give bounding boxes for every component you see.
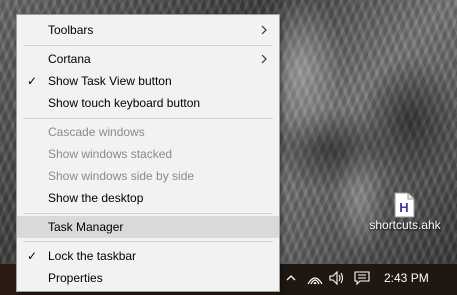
chevron-up-icon[interactable] xyxy=(285,272,297,284)
menu-item-label: Show windows side by side xyxy=(48,169,195,183)
ahk-file-icon[interactable]: H xyxy=(393,192,415,218)
volume-icon[interactable] xyxy=(328,270,346,286)
menu-item-label: Toolbars xyxy=(48,23,94,37)
menu-item-show-touch-keyboard-button[interactable]: Show touch keyboard button xyxy=(17,92,279,114)
menu-item-show-windows-stacked: Show windows stacked xyxy=(17,143,279,165)
menu-separator xyxy=(23,241,273,242)
menu-item-label: Task Manager xyxy=(48,220,124,234)
desktop-file-label[interactable]: shortcuts.ahk xyxy=(360,218,450,232)
menu-item-lock-the-taskbar[interactable]: ✓ Lock the taskbar xyxy=(17,245,279,267)
menu-item-label: Lock the taskbar xyxy=(48,249,137,263)
menu-item-show-the-desktop[interactable]: Show the desktop xyxy=(17,187,279,209)
menu-item-cortana[interactable]: Cortana xyxy=(17,48,279,70)
menu-item-label: Show the desktop xyxy=(48,191,144,205)
menu-item-show-windows-side-by-side: Show windows side by side xyxy=(17,165,279,187)
menu-separator xyxy=(23,213,273,214)
menu-item-label: Show touch keyboard button xyxy=(48,96,201,110)
menu-separator xyxy=(23,118,273,119)
chevron-right-icon xyxy=(261,25,267,35)
checkmark-icon: ✓ xyxy=(27,74,38,88)
taskbar-clock[interactable]: 2:43 PM xyxy=(384,271,429,285)
wifi-icon[interactable] xyxy=(306,270,324,286)
svg-text:H: H xyxy=(399,200,408,215)
menu-item-properties[interactable]: Properties xyxy=(17,267,279,289)
menu-item-cascade-windows: Cascade windows xyxy=(17,121,279,143)
notification-icon[interactable] xyxy=(354,270,370,286)
menu-item-task-manager[interactable]: Task Manager xyxy=(17,216,279,238)
checkmark-icon: ✓ xyxy=(27,249,38,263)
menu-item-label: Show windows stacked xyxy=(48,147,173,161)
menu-item-label: Show Task View button xyxy=(48,74,172,88)
chevron-right-icon xyxy=(261,54,267,64)
menu-separator xyxy=(23,45,273,46)
menu-item-show-task-view-button[interactable]: ✓ Show Task View button xyxy=(17,70,279,92)
menu-item-toolbars[interactable]: Toolbars xyxy=(17,19,279,41)
menu-item-label: Properties xyxy=(48,271,103,285)
menu-item-label: Cortana xyxy=(48,52,91,66)
taskbar-context-menu: Toolbars Cortana ✓ Show Task View button… xyxy=(16,14,280,292)
menu-item-label: Cascade windows xyxy=(48,125,145,139)
